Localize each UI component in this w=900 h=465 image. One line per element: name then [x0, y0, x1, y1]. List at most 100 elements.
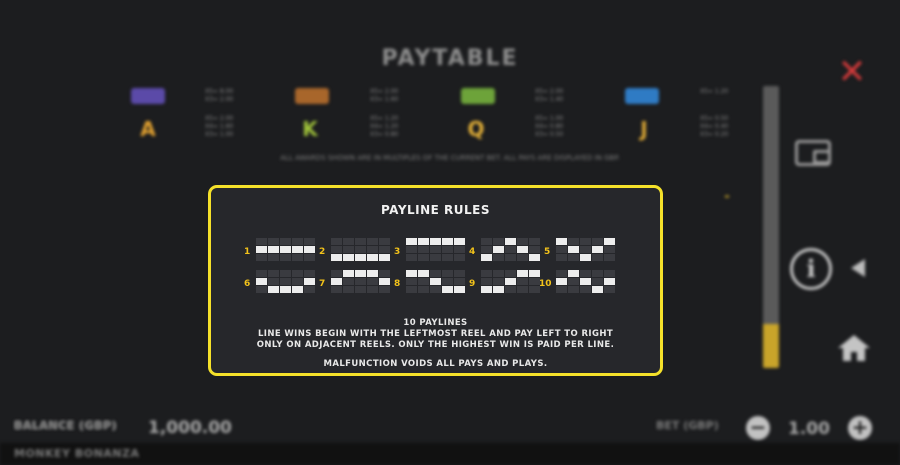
payline-cell: [568, 246, 579, 253]
payline-cell: [592, 246, 603, 253]
payline-cell: [268, 278, 279, 285]
payline-cell: [331, 238, 342, 245]
rules-line-1: LINE WINS BEGIN WITH THE LEFTMOST REEL A…: [257, 329, 614, 339]
payline-cell: [343, 238, 354, 245]
payline-cell: [379, 254, 390, 261]
payline-cell: [292, 270, 303, 277]
payline-cell: [604, 238, 615, 245]
payline-cell: [580, 246, 591, 253]
payline-cell: [280, 286, 291, 293]
payline-cell: [379, 238, 390, 245]
payline-cell: [481, 286, 492, 293]
payline-number: 5: [544, 247, 551, 257]
payline-number: 6: [244, 279, 251, 289]
bet-increase-button[interactable]: +: [848, 416, 872, 440]
scrollbar[interactable]: [763, 86, 779, 368]
paytable-title: PAYTABLE: [381, 46, 519, 71]
wallet-icon[interactable]: [795, 140, 831, 166]
payline-cell: [505, 286, 516, 293]
arrow-left-icon[interactable]: [851, 259, 865, 277]
info-icon[interactable]: i: [790, 248, 832, 290]
payline-cell: [331, 286, 342, 293]
side-marker: ◂▸: [724, 193, 731, 200]
premium-symbol-1: [131, 88, 165, 104]
payline-number: 4: [469, 247, 476, 257]
payline-cell: [355, 286, 366, 293]
payline-cell: [592, 238, 603, 245]
payline-cell: [604, 254, 615, 261]
payline-diagram: [556, 270, 615, 293]
payline-cell: [529, 246, 540, 253]
payline-cell: [493, 270, 504, 277]
payline-cell: [331, 254, 342, 261]
payline-cell: [442, 246, 453, 253]
home-icon[interactable]: [836, 333, 872, 363]
pay-values: X5= 1.00 X4= 0.80 X3= 0.50: [535, 115, 564, 138]
payline-cell: [556, 254, 567, 261]
payline-cell: [517, 286, 528, 293]
payline-cell: [292, 246, 303, 253]
payline-cell: [292, 254, 303, 261]
payline-cell: [406, 254, 417, 261]
payline-cell: [604, 278, 615, 285]
payline-cell: [442, 270, 453, 277]
payline-cell: [367, 254, 378, 261]
payline-cell: [517, 278, 528, 285]
payline-cell: [292, 278, 303, 285]
payline-cell: [268, 270, 279, 277]
payline-rules-panel: PAYLINE RULES 1 2 3 4 5 6 7 8 9 10 10 PAYLINES LI…: [208, 185, 663, 376]
premium-symbol-4: [625, 88, 659, 104]
payline-cell: [379, 270, 390, 277]
payline-cell: [268, 286, 279, 293]
payline-cell: [406, 278, 417, 285]
payline-cell: [280, 254, 291, 261]
payline-cell: [529, 254, 540, 261]
payline-cell: [505, 246, 516, 253]
payline-cell: [343, 246, 354, 253]
payline-diagram: [331, 238, 390, 261]
payline-cell: [454, 270, 465, 277]
paytable-disclaimer: ALL AWARDS SHOWN ARE IN MULTIPLES OF THE…: [280, 154, 620, 162]
payline-cell: [331, 246, 342, 253]
payline-cell: [580, 238, 591, 245]
payline-number: 7: [319, 279, 326, 289]
payline-cell: [268, 246, 279, 253]
payline-cell: [505, 238, 516, 245]
payline-cell: [529, 270, 540, 277]
bet-value: 1.00: [788, 419, 830, 439]
payline-cell: [517, 270, 528, 277]
premium-symbol-3: [461, 88, 495, 104]
payline-cell: [580, 270, 591, 277]
payline-cell: [604, 246, 615, 253]
pay-values: X5= 2.00 X3= 1.60: [370, 88, 399, 103]
payline-cell: [280, 246, 291, 253]
payline-cell: [568, 278, 579, 285]
payline-cell: [418, 286, 429, 293]
payline-number: 3: [394, 247, 401, 257]
payline-cell: [406, 246, 417, 253]
payline-cell: [418, 246, 429, 253]
payline-cell: [454, 246, 465, 253]
payline-cell: [481, 278, 492, 285]
close-x-icon[interactable]: ✕: [834, 54, 870, 90]
payline-cell: [304, 270, 315, 277]
payline-cell: [517, 246, 528, 253]
bet-decrease-button[interactable]: −: [746, 416, 770, 440]
payline-cell: [406, 238, 417, 245]
payline-diagram: [556, 238, 615, 261]
payline-cell: [292, 238, 303, 245]
payline-cell: [580, 278, 591, 285]
payline-cell: [256, 278, 267, 285]
payline-cell: [355, 270, 366, 277]
payline-cell: [493, 254, 504, 261]
payline-cell: [418, 254, 429, 261]
scroll-thumb[interactable]: [763, 324, 779, 368]
payline-cell: [568, 286, 579, 293]
payline-cell: [493, 286, 504, 293]
payline-cell: [292, 286, 303, 293]
payline-cell: [430, 238, 441, 245]
payline-cell: [517, 238, 528, 245]
payline-cell: [418, 278, 429, 285]
payline-diagram: [406, 238, 465, 261]
payline-cell: [304, 238, 315, 245]
